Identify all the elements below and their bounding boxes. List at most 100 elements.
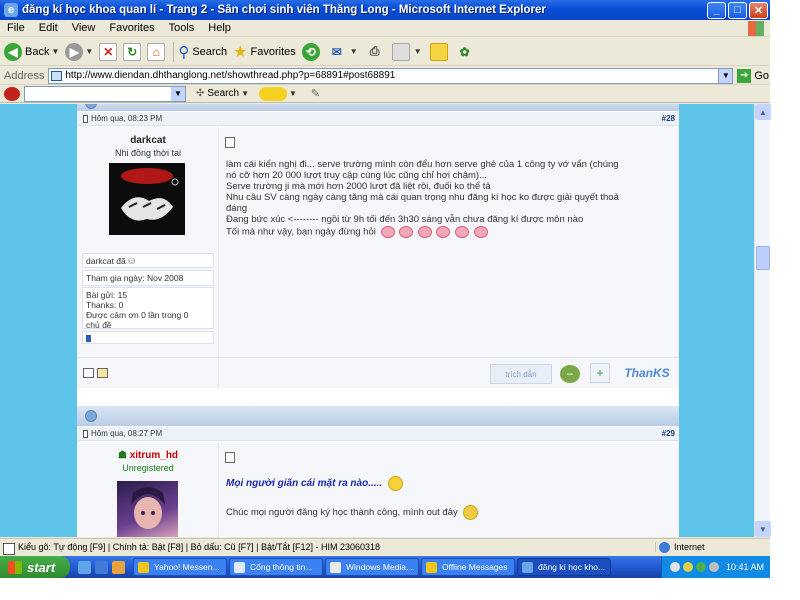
menu-tools[interactable]: Tools <box>162 22 202 34</box>
search-dropdown-icon[interactable]: ▼ <box>171 86 185 101</box>
task-offline-messages[interactable]: Offline Messages <box>421 558 515 576</box>
post-28-join-box: Tham gia ngày: Nov 2008 <box>82 270 214 286</box>
post-29-username-text: xitrum_hd <box>129 450 179 461</box>
post-29-message-text: Chúc mọi người đăng ký học thành công, m… <box>226 507 458 519</box>
post-29-date: Hôm qua, 08:27 PM <box>91 429 163 438</box>
tray-messenger-icon[interactable] <box>682 562 693 572</box>
discuss-icon[interactable] <box>429 42 448 61</box>
tray-volume-icon[interactable] <box>708 562 719 572</box>
menu-bar: File Edit View Favorites Tools Help <box>0 20 770 37</box>
post-28-usertitle: Nhi đồng thời tai <box>115 148 181 158</box>
ladybug-icon[interactable] <box>4 86 20 101</box>
minimize-button[interactable]: _ <box>707 1 726 19</box>
thanks-button[interactable]: ThanKS <box>620 363 674 383</box>
mail-dropdown-icon[interactable]: ▼ <box>350 47 358 56</box>
menu-view[interactable]: View <box>65 22 103 34</box>
back-dropdown-icon[interactable]: ▼ <box>51 47 59 56</box>
forward-arrow-icon: ▶ <box>65 42 84 61</box>
forward-dropdown-icon[interactable]: ▼ <box>85 47 93 56</box>
post-28-number[interactable]: #28 <box>662 114 675 123</box>
edit-dropdown-icon[interactable]: ▼ <box>414 47 422 56</box>
clock: 10:41 AM <box>725 562 764 572</box>
forward-button[interactable]: ▶ ▼ <box>65 42 93 61</box>
start-button[interactable]: start <box>0 556 70 578</box>
post-28-stat-topics: chủ đề <box>86 320 112 330</box>
search-button[interactable]: ⚲ Search <box>178 43 227 61</box>
standard-toolbar: ◀ Back ▼ ▶ ▼ ✕ ↻ ⌂ ⚲ Search ★ Favorites … <box>0 38 770 66</box>
messenger-icon[interactable]: ✿ <box>456 43 474 61</box>
thanks-label: ThanKS <box>624 366 670 380</box>
vertical-scrollbar[interactable]: ▲ ▼ <box>754 104 771 537</box>
menu-help[interactable]: Help <box>201 22 238 34</box>
anime-avatar-icon <box>131 487 165 529</box>
menu-file[interactable]: File <box>0 22 32 34</box>
home-icon[interactable]: ⌂ <box>147 42 166 61</box>
highlight-pen-icon[interactable]: ✎ <box>311 87 320 100</box>
post-28-header <box>77 104 679 111</box>
go-button[interactable]: ➔ Go <box>737 68 769 83</box>
title-bar[interactable]: e đăng kí học khoa quan lí - Trang 2 - S… <box>0 0 770 20</box>
scroll-up-arrow-icon[interactable]: ▲ <box>755 104 771 120</box>
toolbar-separator <box>173 41 175 62</box>
favorites-button[interactable]: ★ Favorites <box>233 42 296 62</box>
angry-emoticon-icon <box>473 226 488 238</box>
smiley-dropdown-icon[interactable]: ▼ <box>289 89 297 98</box>
post-29-username[interactable]: ☗ xitrum_hd <box>77 450 219 461</box>
post-28-line-6: Đang bức xúc <-------- ngồi từ 9h tối đế… <box>226 214 584 225</box>
report-post-icon[interactable] <box>83 368 94 378</box>
go-arrow-icon: ➔ <box>737 68 752 83</box>
menu-favorites[interactable]: Favorites <box>102 22 161 34</box>
toolbar-search-button[interactable]: ✣ Search ▼ <box>196 88 249 99</box>
minus-button-icon[interactable]: − <box>560 365 580 383</box>
post-29-avatar <box>117 481 178 537</box>
ip-icon[interactable] <box>97 368 108 378</box>
quote-button[interactable]: trích dẫn <box>490 364 552 384</box>
zone-label: Internet <box>674 542 705 552</box>
screen: e đăng kí học khoa quan lí - Trang 2 - S… <box>0 0 800 600</box>
scroll-down-arrow-icon[interactable]: ▼ <box>755 521 771 537</box>
close-button[interactable]: ✕ <box>749 1 768 19</box>
history-icon[interactable]: ⟲ <box>301 42 320 61</box>
edit-icon[interactable] <box>391 42 410 61</box>
stop-icon[interactable]: ✕ <box>99 42 118 61</box>
task-ie-active[interactable]: đăng kí học kho... <box>517 558 611 576</box>
security-zone: Internet <box>655 542 770 553</box>
status-text: Kiểu gõ: Tự động [F9] | Chính tả: Bật [F… <box>0 542 655 555</box>
show-desktop-icon[interactable] <box>78 560 91 574</box>
post-28-username[interactable]: darkcat <box>77 135 219 146</box>
windows-flag-icon <box>748 21 764 36</box>
offline-icon: ⛁ <box>128 256 136 266</box>
reply-plus-icon[interactable]: + <box>590 363 610 383</box>
search-toolbar: ▼ ✣ Search ▼ ▼ ✎ <box>0 85 770 103</box>
toolbar-search-label: Search <box>207 88 240 99</box>
mail-icon[interactable]: ✉ <box>328 43 346 61</box>
toolbar-search-dropdown-icon[interactable]: ▼ <box>241 89 249 98</box>
media-quicklaunch-icon[interactable] <box>112 560 125 574</box>
scroll-thumb[interactable] <box>756 246 770 270</box>
task-portal[interactable]: Cổng thông tin... <box>229 558 323 576</box>
refresh-icon[interactable]: ↻ <box>123 42 142 61</box>
address-input[interactable]: http://www.diendan.dhthanglong.net/showt… <box>48 67 734 84</box>
task-yahoo-messenger[interactable]: Yahoo! Messen... <box>133 558 227 576</box>
toolbar-search-input[interactable]: ▼ <box>24 85 186 102</box>
back-button[interactable]: ◀ Back ▼ <box>4 42 59 61</box>
post-collapse-icon <box>85 410 97 422</box>
task-windows-media[interactable]: Windows Media... <box>325 558 419 576</box>
post-28-user-panel: darkcat Nhi đồng thời tai darkcat đã ⛁ T… <box>77 127 219 357</box>
post-28-stats-box: Bài gửi: 15 Thanks: 0 Được cảm ơn 0 lần … <box>82 287 214 330</box>
ie-quicklaunch-icon[interactable] <box>95 560 108 574</box>
post-29-message-panel: Mọi người giãn cái mặt ra nào..... Chúc … <box>220 442 679 537</box>
smiley-central-icon[interactable] <box>259 86 287 101</box>
maximize-button[interactable]: □ <box>728 1 747 19</box>
tray-security-icon[interactable] <box>695 562 706 572</box>
post-28-date: Hôm qua, 08:23 PM <box>91 114 163 123</box>
address-dropdown-icon[interactable]: ▼ <box>718 68 733 83</box>
print-icon[interactable]: ⎙ <box>366 43 384 61</box>
search-arrow-icon: ✣ <box>196 88 205 99</box>
post-29-number[interactable]: #29 <box>662 429 675 438</box>
tray-network-icon[interactable] <box>669 562 680 572</box>
post-icon <box>83 429 88 438</box>
angry-emoticon-icon <box>417 226 432 238</box>
windows-logo-icon <box>8 560 22 574</box>
menu-edit[interactable]: Edit <box>32 22 65 34</box>
